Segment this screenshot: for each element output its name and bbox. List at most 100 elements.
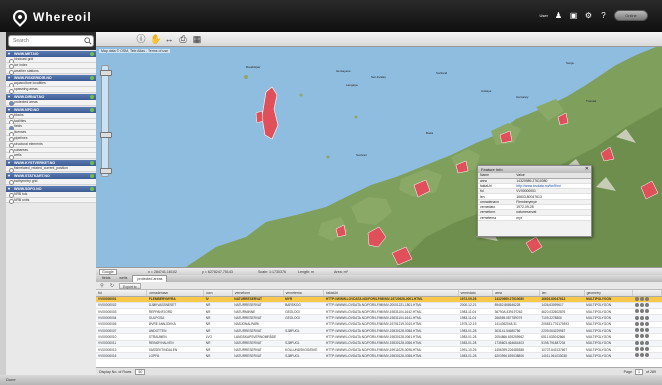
table-cell: LOPPA [146,352,204,360]
search-icon[interactable] [84,37,92,45]
layer-item[interactable]: NRB units [6,197,96,204]
layer-tree: WWW.MET.NOhindcast gridice indexweather … [6,51,96,204]
layer-item[interactable]: bathymetry grid [6,178,96,186]
zoom-slider[interactable] [100,65,112,177]
zoom-slider-handle[interactable] [100,132,112,138]
row-action-icons [634,309,649,314]
info-row-icon[interactable] [639,309,644,314]
zoom-row-icon[interactable] [634,353,639,358]
zoom-row-icon[interactable] [634,309,639,314]
zoom-in-button[interactable] [100,70,112,76]
layer-item[interactable]: spawning areas [6,87,96,94]
feature-attr-value: myr [514,215,591,221]
feature-info-row: vernetema myr [478,215,591,221]
feature-info-popup: Feature Info ✕ Name Value area 14320989.2… [477,165,592,237]
info-row-icon[interactable] [639,315,644,320]
edit-row-icon[interactable] [644,315,649,320]
pan-hand-icon[interactable]: ✋ [150,34,161,44]
layer-item[interactable]: wells [6,153,96,160]
info-row-icon[interactable] [639,296,644,301]
map-place-label: Svolvær [356,153,368,157]
edit-row-icon[interactable] [644,309,649,314]
help-icon[interactable]: ? [599,11,608,20]
add-layer-icon[interactable] [90,186,94,191]
table-row[interactable]: VV00000016 LOPPA NR NATURRESERVAT SJØFUGL HTT… [96,352,662,360]
layer-item[interactable]: fishrelated_related_current_position [6,166,96,173]
zoom-row-icon[interactable] [634,334,639,339]
map-place-label: Tromsø [586,99,597,103]
edit-row-icon[interactable] [644,347,649,352]
print-icon[interactable]: ⎙ [178,34,188,44]
edit-row-icon[interactable] [644,296,649,301]
map-place-label: Sortland [436,71,448,75]
table-cell: SJØFUGL [283,352,324,360]
refresh-icon[interactable]: ↻ [109,283,115,289]
feature-info-table: Name Value area 14320989.27610080 faktaUrl… [478,173,591,221]
info-row-icon[interactable] [639,353,644,358]
grid-tab[interactable]: fields [98,275,114,282]
table-cell: NR [203,352,233,360]
browser-status-text: Done [6,377,16,382]
tools-icon[interactable]: ⚙ [584,11,593,20]
zoom-row-icon[interactable] [634,347,639,352]
oil-drop-icon [10,6,30,27]
add-layer-icon[interactable] [90,107,94,112]
measure-icon[interactable]: ↔ [164,34,174,44]
app-logo[interactable]: Whereoil [10,6,92,27]
edit-row-icon[interactable] [644,328,649,333]
info-row-icon[interactable] [639,347,644,352]
info-row-icon[interactable] [639,340,644,345]
zoom-row-icon[interactable] [634,315,639,320]
zoom-to-icon[interactable]: ⚲ [99,283,105,289]
zoom-row-icon[interactable] [634,328,639,333]
map-place-label: Senja [566,61,574,65]
feature-info-title-text: Feature Info [481,167,503,172]
grid-tab[interactable]: protected areas [132,275,168,282]
edit-row-icon[interactable] [644,334,649,339]
info-row-icon[interactable] [639,321,644,326]
zoom-out-button[interactable] [100,168,112,174]
add-layer-icon[interactable] [90,161,94,166]
online-toggle[interactable]: Online [614,10,648,21]
zoom-row-icon[interactable] [634,340,639,345]
info-row-icon[interactable] [639,328,644,333]
page-label: Page [623,370,632,374]
add-layer-icon[interactable] [90,76,94,81]
row-action-icons [634,353,649,358]
table-cell: VV00000016 [96,352,147,360]
user-icon[interactable]: ♟ [554,11,563,20]
edit-row-icon[interactable] [644,302,649,307]
map-toolbar: ⓘ ✋ ↔ ⎙ ▦ [96,32,662,47]
search-bar [6,32,96,50]
grid-icon[interactable]: ▦ [192,34,202,44]
close-icon[interactable]: ✕ [585,166,589,173]
add-layer-icon[interactable] [90,52,94,56]
layer-item[interactable]: protected areas [6,99,96,107]
info-row-icon[interactable] [639,302,644,307]
document-icon[interactable]: ▣ [569,11,578,20]
edit-row-icon[interactable] [644,353,649,358]
add-layer-icon[interactable] [90,173,94,178]
zoom-row-icon[interactable] [634,296,639,301]
user-label: User [539,13,548,18]
grid-tab[interactable]: wells [115,275,131,282]
page-size-label: Display No. of Rows [99,370,132,374]
zoom-row-icon[interactable] [634,302,639,307]
info-row-icon[interactable] [639,334,644,339]
row-actions [632,352,662,360]
feature-info-title: Feature Info ✕ [478,166,591,173]
layer-item[interactable]: weather stations [6,68,96,75]
info-tool-icon[interactable]: ⓘ [136,34,146,44]
edit-row-icon[interactable] [644,321,649,326]
map-place-label: Bodø [426,131,434,135]
row-action-icons [634,296,649,301]
map-status-bar: Google x = 284741.16102 y = 6278247.7514… [96,267,662,275]
zoom-row-icon[interactable] [634,321,639,326]
top-header-bar: Whereoil User ♟ ▣ ⚙ ? Online [0,0,662,32]
row-action-icons [634,334,649,339]
map-place-label: Langøya [346,83,358,87]
add-layer-icon[interactable] [90,94,94,99]
export-button[interactable]: Export to [119,282,141,289]
search-input[interactable] [8,35,94,47]
edit-row-icon[interactable] [644,340,649,345]
